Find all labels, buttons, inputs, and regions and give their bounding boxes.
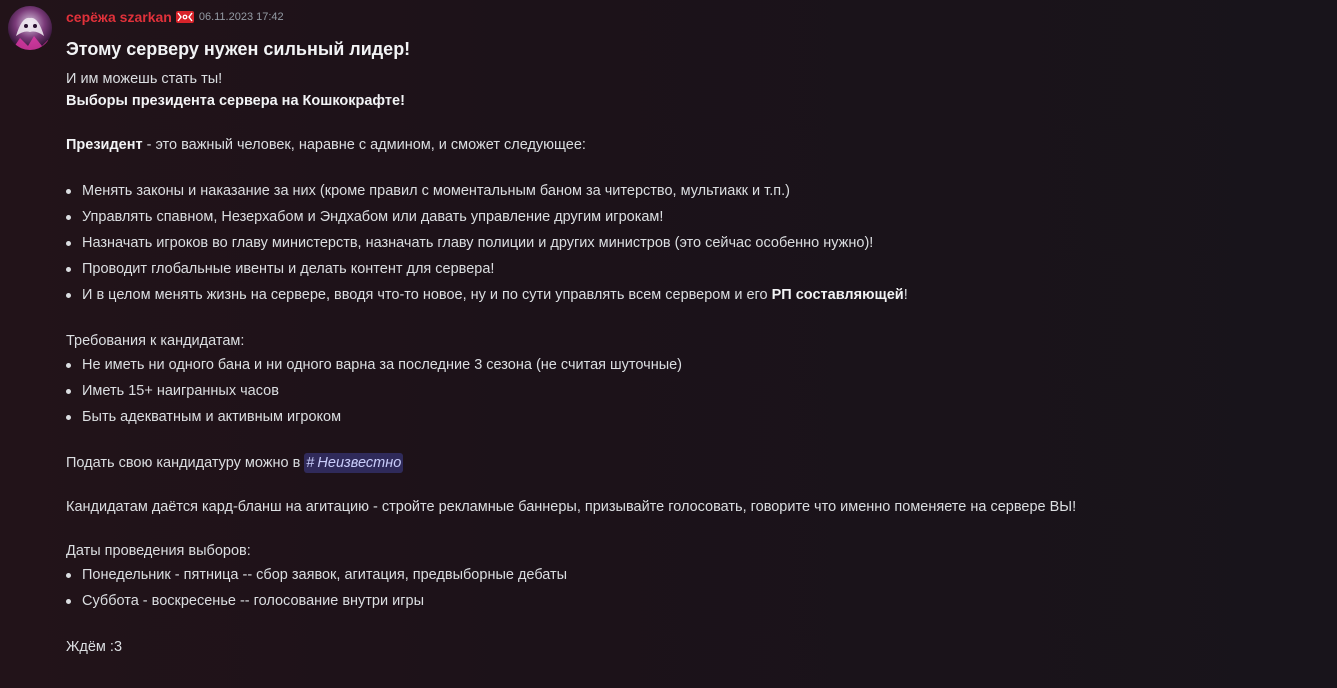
list-item: Управлять спавном, Незерхабом и Эндхабом… <box>66 204 1316 230</box>
list-item: Менять законы и наказание за них (кроме … <box>66 178 1316 204</box>
username[interactable]: серёжа szarkan <box>66 9 172 25</box>
list-item: Проводит глобальные ивенты и делать конт… <box>66 256 1316 282</box>
requirements-list: Не иметь ни одного бана и ни одного варн… <box>66 352 1316 430</box>
president-rest: - это важный человек, наравне с админом,… <box>142 137 586 153</box>
message-header: серёжа szarkan 06.11.2023 17:42 <box>66 8 284 26</box>
channel-mention[interactable]: # Неизвестно <box>304 453 404 473</box>
power-last-bold: РП составляющей <box>771 287 904 303</box>
chat-message: серёжа szarkan 06.11.2023 17:42 Этому се… <box>0 0 1337 688</box>
channel-mention-label: Неизвестно <box>317 455 402 471</box>
dates-list: Понедельник - пятница -- сбор заявок, аг… <box>66 562 1316 614</box>
requirements-heading: Требования к кандидатам: <box>66 333 245 349</box>
power-last-prefix: И в целом менять жизнь на сервере, вводя… <box>82 287 772 303</box>
message-title: Этому серверу нужен сильный лидер! <box>66 39 411 59</box>
president-bold: Президент <box>66 137 143 153</box>
message-timestamp: 06.11.2023 17:42 <box>198 11 284 23</box>
president-description: Президент - это важный человек, наравне … <box>66 134 1316 156</box>
closing-line: Ждём :3 <box>66 639 123 655</box>
hash-icon: # <box>306 455 315 471</box>
submit-text: Подать свою кандидатуру можно в <box>66 455 305 471</box>
list-item: Иметь 15+ наигранных часов <box>66 378 1316 404</box>
intro-bold-line: Выборы президента сервера на Кошкокрафте… <box>66 93 405 109</box>
dates-heading: Даты проведения выборов: <box>66 543 251 559</box>
list-item: Не иметь ни одного бана и ни одного варн… <box>66 352 1316 378</box>
agitation-text: Кандидатам даётся кард-бланш на агитацию… <box>66 499 1077 515</box>
list-item: Быть адекватным и активным игроком <box>66 404 1316 430</box>
avatar[interactable] <box>8 6 52 50</box>
list-item: Назначать игроков во главу министерств, … <box>66 230 1316 256</box>
list-item: Понедельник - пятница -- сбор заявок, аг… <box>66 562 1316 588</box>
powers-list: Менять законы и наказание за них (кроме … <box>66 178 1316 308</box>
submit-line: Подать свою кандидатуру можно в # Неизвес… <box>66 452 1316 474</box>
power-last-suffix: ! <box>903 287 908 303</box>
message-content: Этому серверу нужен сильный лидер! И им … <box>66 36 1316 658</box>
list-item: Суббота - воскресенье -- голосование вну… <box>66 588 1316 614</box>
intro-line: И им можешь стать ты! <box>66 71 223 87</box>
list-item: И в целом менять жизнь на сервере, вводя… <box>66 282 1316 308</box>
role-badge-icon[interactable] <box>175 9 195 25</box>
